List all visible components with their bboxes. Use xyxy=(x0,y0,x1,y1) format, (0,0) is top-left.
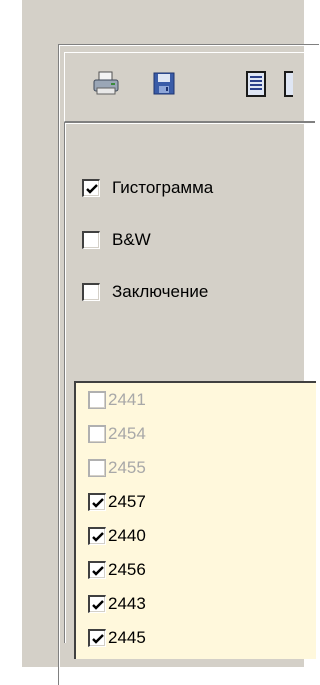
list-item[interactable]: 2457 xyxy=(88,487,146,517)
histogram-checkbox[interactable] xyxy=(82,179,100,197)
item-checkbox[interactable] xyxy=(88,425,106,443)
item-checkbox[interactable] xyxy=(88,561,106,579)
id-checklist[interactable]: 2441 2454 2455 2457 2440 2456 2443 2445 xyxy=(74,381,316,659)
list-item[interactable]: 2441 xyxy=(88,385,146,415)
item-checkbox[interactable] xyxy=(88,527,106,545)
print-button[interactable] xyxy=(91,69,121,99)
item-label: 2456 xyxy=(108,560,146,579)
option-label: Гистограмма xyxy=(112,178,214,197)
printer-icon xyxy=(91,71,121,103)
conclusion-checkbox[interactable] xyxy=(82,283,100,301)
item-label: 2440 xyxy=(108,526,146,545)
item-checkbox[interactable] xyxy=(88,595,106,613)
list-item[interactable]: 2440 xyxy=(88,521,146,551)
option-label: B&W xyxy=(112,230,151,249)
document-view-button[interactable] xyxy=(241,69,271,99)
document-view-button-2[interactable] xyxy=(281,69,296,99)
item-label: 2443 xyxy=(108,594,146,613)
option-bw[interactable]: B&W xyxy=(82,228,151,252)
list-item[interactable]: 2445 xyxy=(88,623,146,653)
toolbar xyxy=(64,52,315,122)
document-view-icon xyxy=(241,71,271,103)
save-button[interactable] xyxy=(149,69,179,99)
item-checkbox[interactable] xyxy=(88,493,106,511)
option-histogram[interactable]: Гистограмма xyxy=(82,176,213,200)
item-checkbox[interactable] xyxy=(88,459,106,477)
option-conclusion[interactable]: Заключение xyxy=(82,280,208,304)
item-checkbox[interactable] xyxy=(88,391,106,409)
list-item[interactable]: 2443 xyxy=(88,589,146,619)
document-view-icon xyxy=(284,71,296,97)
item-label: 2454 xyxy=(108,424,146,443)
list-item[interactable]: 2455 xyxy=(88,453,146,483)
list-item[interactable]: 2456 xyxy=(88,555,146,585)
item-label: 2441 xyxy=(108,390,146,409)
bw-checkbox[interactable] xyxy=(82,231,100,249)
item-label: 2457 xyxy=(108,492,146,511)
item-label: 2455 xyxy=(108,458,146,477)
list-item[interactable]: 2454 xyxy=(88,419,146,449)
option-label: Заключение xyxy=(112,282,209,301)
item-checkbox[interactable] xyxy=(88,629,106,647)
item-label: 2445 xyxy=(108,628,146,647)
save-disk-icon xyxy=(149,72,179,103)
